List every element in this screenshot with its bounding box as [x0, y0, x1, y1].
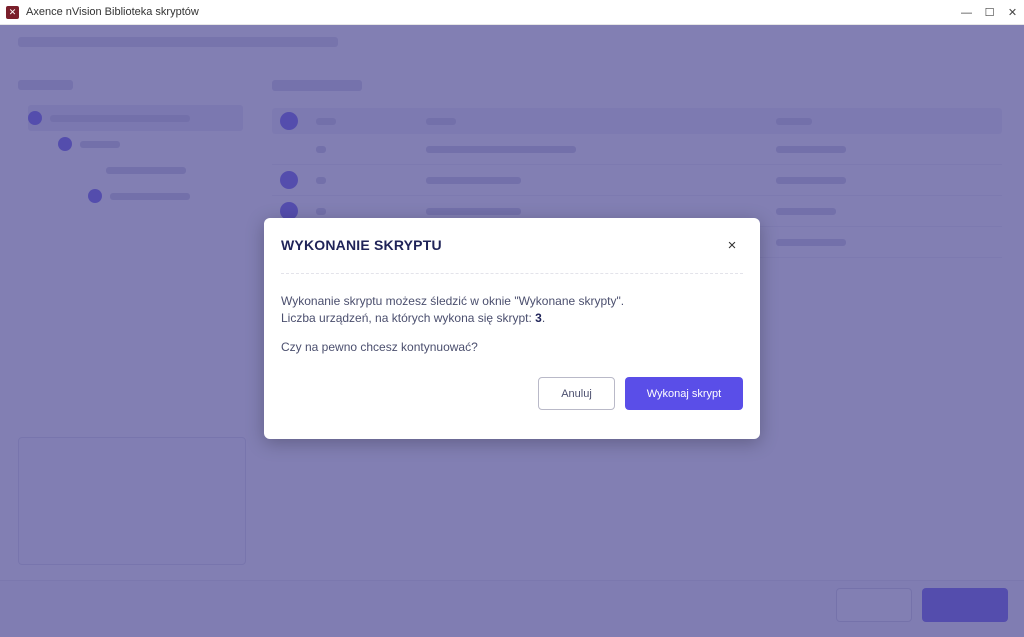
dialog-info-text: Wykonanie skryptu możesz śledzić w oknie…	[281, 294, 625, 308]
close-icon[interactable]: ×	[724, 237, 740, 254]
close-window-icon[interactable]: ✕	[1001, 0, 1024, 25]
window-title: Axence nVision Biblioteka skryptów	[26, 6, 199, 18]
cancel-button[interactable]: Anuluj	[538, 377, 615, 410]
dialog-title: WYKONANIE SKRYPTU	[281, 237, 442, 253]
dialog-body: Wykonanie skryptu możesz śledzić w oknie…	[281, 293, 741, 356]
maximize-icon[interactable]: ☐	[978, 0, 1001, 25]
run-script-button[interactable]: Wykonaj skrypt	[625, 377, 743, 410]
minimize-icon[interactable]: —	[955, 0, 978, 25]
app-logo-icon: ✕	[6, 5, 19, 19]
dialog-divider	[281, 273, 743, 274]
device-count-text: Liczba urządzeń, na których wykona się s…	[281, 311, 546, 325]
window-titlebar: ✕ Axence nVision Biblioteka skryptów — ☐…	[0, 0, 1024, 25]
execute-script-dialog: WYKONANIE SKRYPTU × Wykonanie skryptu mo…	[264, 218, 760, 439]
window-controls: — ☐ ✕	[955, 0, 1024, 25]
device-count: 3	[535, 311, 542, 325]
confirm-question: Czy na pewno chcesz kontynuować?	[281, 340, 478, 354]
